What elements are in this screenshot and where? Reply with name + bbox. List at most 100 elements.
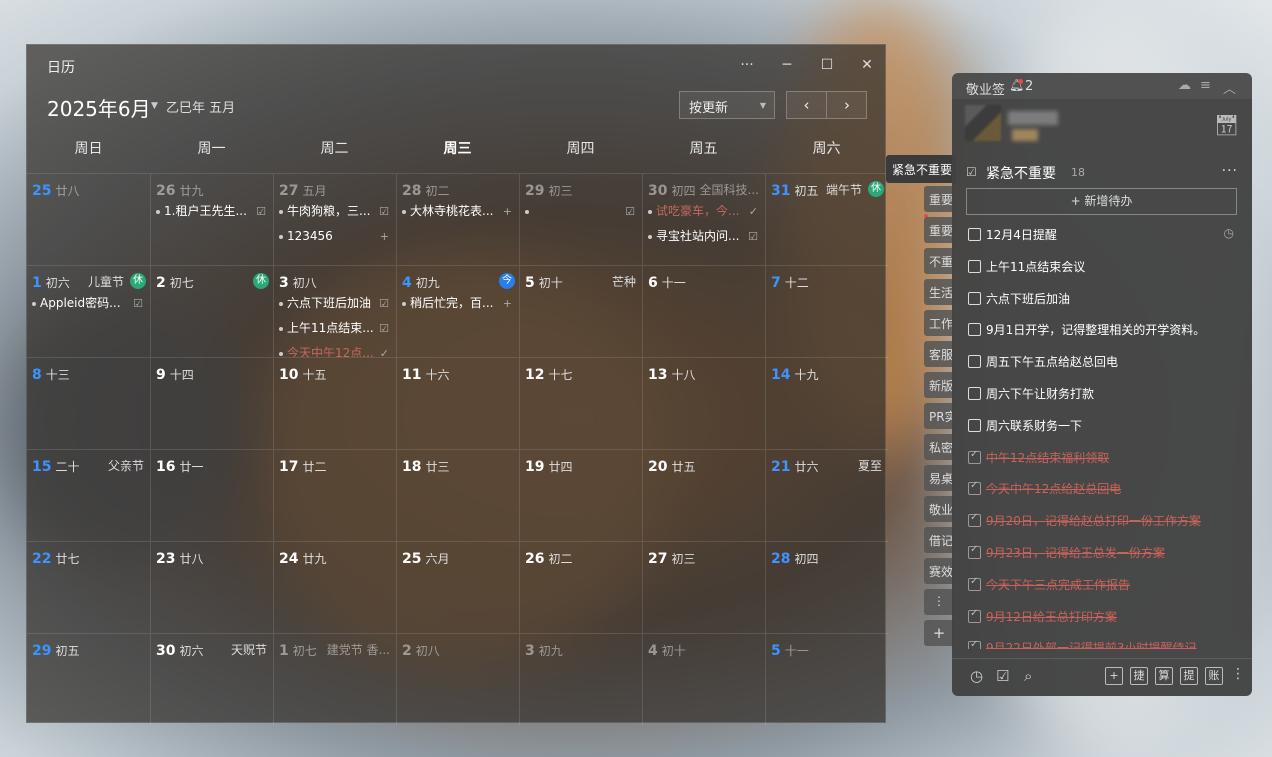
- todo-item[interactable]: 周六下午让财务打款: [966, 382, 1238, 406]
- cloud-sync-icon[interactable]: ☁: [1178, 78, 1191, 93]
- day-cell[interactable]: 27 初三: [642, 541, 765, 633]
- day-cell[interactable]: 30 初四 全国科技... 试吃豪车，今... ✓ 寻宝社站内问... ☑: [642, 173, 765, 265]
- todo-checkbox[interactable]: [968, 449, 981, 464]
- todo-checkbox[interactable]: [968, 323, 981, 337]
- day-cell[interactable]: 1 初六 儿童节休 Appleid密码... ☑: [27, 265, 150, 357]
- ledger-button[interactable]: 账: [1205, 667, 1223, 685]
- chevron-down-icon[interactable]: ▼: [151, 101, 158, 111]
- tab-category[interactable]: 工作: [924, 310, 954, 336]
- todo-checkbox[interactable]: [968, 355, 981, 369]
- day-cell[interactable]: 12 十七: [519, 357, 642, 449]
- day-cell[interactable]: 24 廿九: [273, 541, 396, 633]
- todo-item[interactable]: 12月4日提醒 ◷: [966, 223, 1238, 247]
- edit-icon[interactable]: ☑: [133, 294, 143, 313]
- todo-item[interactable]: 周六联系财务一下: [966, 414, 1238, 438]
- tab-category[interactable]: 重要: [924, 186, 954, 212]
- tab-category[interactable]: 重要: [924, 217, 954, 243]
- tab-category[interactable]: 生活: [924, 279, 954, 305]
- add-icon[interactable]: +: [380, 227, 389, 246]
- check-icon[interactable]: ✓: [380, 344, 389, 357]
- todo-checkbox[interactable]: [968, 608, 981, 623]
- calendar-event[interactable]: ☑: [525, 202, 637, 221]
- calendar-event[interactable]: Appleid密码... ☑: [32, 294, 145, 319]
- day-cell[interactable]: 25 廿八: [27, 173, 150, 265]
- day-cell[interactable]: 29 初三 ☑: [519, 173, 642, 265]
- tab-category[interactable]: 借记: [924, 527, 954, 553]
- edit-icon[interactable]: ☑: [748, 227, 758, 246]
- collapse-icon[interactable]: ︿: [1223, 78, 1236, 97]
- todo-item[interactable]: 周五下午五点给赵总回电: [966, 350, 1238, 374]
- day-cell[interactable]: 20 廿五: [642, 449, 765, 541]
- todo-item[interactable]: 9月12日给王总打印方案: [966, 605, 1238, 629]
- todo-item[interactable]: 9月1日开学，记得整理相关的开学资料。: [966, 318, 1238, 342]
- shortcut-button[interactable]: 捷: [1130, 667, 1148, 685]
- day-cell[interactable]: 3 初九: [519, 633, 642, 725]
- edit-icon[interactable]: ☑: [256, 202, 266, 221]
- tab-category[interactable]: 客服: [924, 341, 954, 367]
- day-cell[interactable]: 10 十五: [273, 357, 396, 449]
- day-cell[interactable]: 17 廿二: [273, 449, 396, 541]
- calendar-event[interactable]: 123456 +: [279, 227, 391, 252]
- day-cell[interactable]: 19 廿四: [519, 449, 642, 541]
- category-more-icon[interactable]: ···: [1222, 163, 1238, 179]
- day-cell[interactable]: 27 五月 牛肉狗粮，三... ☑ 123456 +: [273, 173, 396, 265]
- minimize-button[interactable]: ─: [777, 55, 797, 75]
- day-cell[interactable]: 23 廿八: [150, 541, 273, 633]
- add-note-button[interactable]: +: [1105, 667, 1123, 685]
- edit-icon[interactable]: ☑: [625, 202, 635, 221]
- todo-item[interactable]: 今天下午三点完成工作报告: [966, 573, 1238, 597]
- more-vertical-icon[interactable]: ⋮: [924, 589, 954, 615]
- add-category-button[interactable]: +: [924, 620, 954, 646]
- day-cell[interactable]: 4 初十: [642, 633, 765, 725]
- calendar-event[interactable]: 今天中午12点... ✓: [279, 344, 391, 357]
- edit-icon[interactable]: ☑: [379, 294, 389, 313]
- edit-icon[interactable]: ☑: [379, 319, 389, 338]
- calendar-event[interactable]: 大林寺桃花表... +: [402, 202, 514, 227]
- edit-icon[interactable]: ☑: [379, 202, 389, 221]
- close-button[interactable]: ✕: [857, 55, 877, 75]
- todo-checkbox[interactable]: [968, 576, 981, 591]
- check-icon[interactable]: ✓: [749, 202, 758, 221]
- add-icon[interactable]: +: [503, 294, 512, 313]
- day-cell[interactable]: 15 二十 父亲节: [27, 449, 150, 541]
- todo-checkbox[interactable]: [968, 639, 981, 649]
- tab-category[interactable]: 不重: [924, 248, 954, 274]
- add-icon[interactable]: +: [503, 202, 512, 221]
- todo-checkbox[interactable]: [968, 544, 981, 559]
- day-cell[interactable]: 29 初五: [27, 633, 150, 725]
- calendar-event[interactable]: 试吃豪车，今... ✓: [648, 202, 760, 227]
- todo-item[interactable]: 今天中午12点给赵总回电: [966, 477, 1238, 501]
- todo-checkbox[interactable]: [968, 418, 981, 432]
- day-cell[interactable]: 26 初二: [519, 541, 642, 633]
- todo-item[interactable]: 9月20日，记得给赵总打印一份工作方案: [966, 509, 1238, 533]
- month-picker[interactable]: 2025年6月: [47, 93, 151, 122]
- tab-category[interactable]: 敬业: [924, 496, 954, 522]
- reminder-clock-icon[interactable]: ◷: [970, 667, 983, 685]
- day-cell[interactable]: 5 初十 芒种: [519, 265, 642, 357]
- day-cell[interactable]: 2 初八: [396, 633, 519, 725]
- todo-item[interactable]: 9月22日外部一记得提前3小时提醒侍记: [966, 636, 1238, 649]
- search-icon[interactable]: ⌕: [1024, 667, 1032, 685]
- day-cell[interactable]: 9 十四: [150, 357, 273, 449]
- todo-item[interactable]: 中午12点结束福利领取: [966, 446, 1238, 470]
- sort-select[interactable]: 按更新 ▼: [679, 91, 775, 119]
- todo-checkbox[interactable]: [968, 387, 981, 400]
- todo-checkbox[interactable]: [968, 228, 981, 241]
- day-cell[interactable]: 31 初五 端午节休: [765, 173, 888, 265]
- day-cell[interactable]: 2 初七 休: [150, 265, 273, 357]
- calendar-event[interactable]: 1.租户王先生... ☑: [156, 202, 268, 227]
- calendar-event[interactable]: 上午11点结束... ☑: [279, 319, 391, 344]
- todo-checkbox[interactable]: [968, 512, 981, 528]
- day-cell[interactable]: 26 廿九 1.租户王先生... ☑: [150, 173, 273, 265]
- maximize-button[interactable]: ☐: [817, 55, 837, 75]
- day-cell[interactable]: 14 十九: [765, 357, 888, 449]
- calendar-event[interactable]: 稍后忙完，百... +: [402, 294, 514, 319]
- day-cell[interactable]: 25 六月: [396, 541, 519, 633]
- todo-checkbox[interactable]: [968, 259, 981, 273]
- calculator-button[interactable]: 算: [1155, 667, 1173, 685]
- todo-item[interactable]: 上午11点结束会议: [966, 255, 1238, 279]
- day-cell[interactable]: 21 廿六 夏至: [765, 449, 888, 541]
- tab-category[interactable]: 易桌: [924, 465, 954, 491]
- day-cell[interactable]: 11 十六: [396, 357, 519, 449]
- tab-category[interactable]: 私密: [924, 434, 954, 460]
